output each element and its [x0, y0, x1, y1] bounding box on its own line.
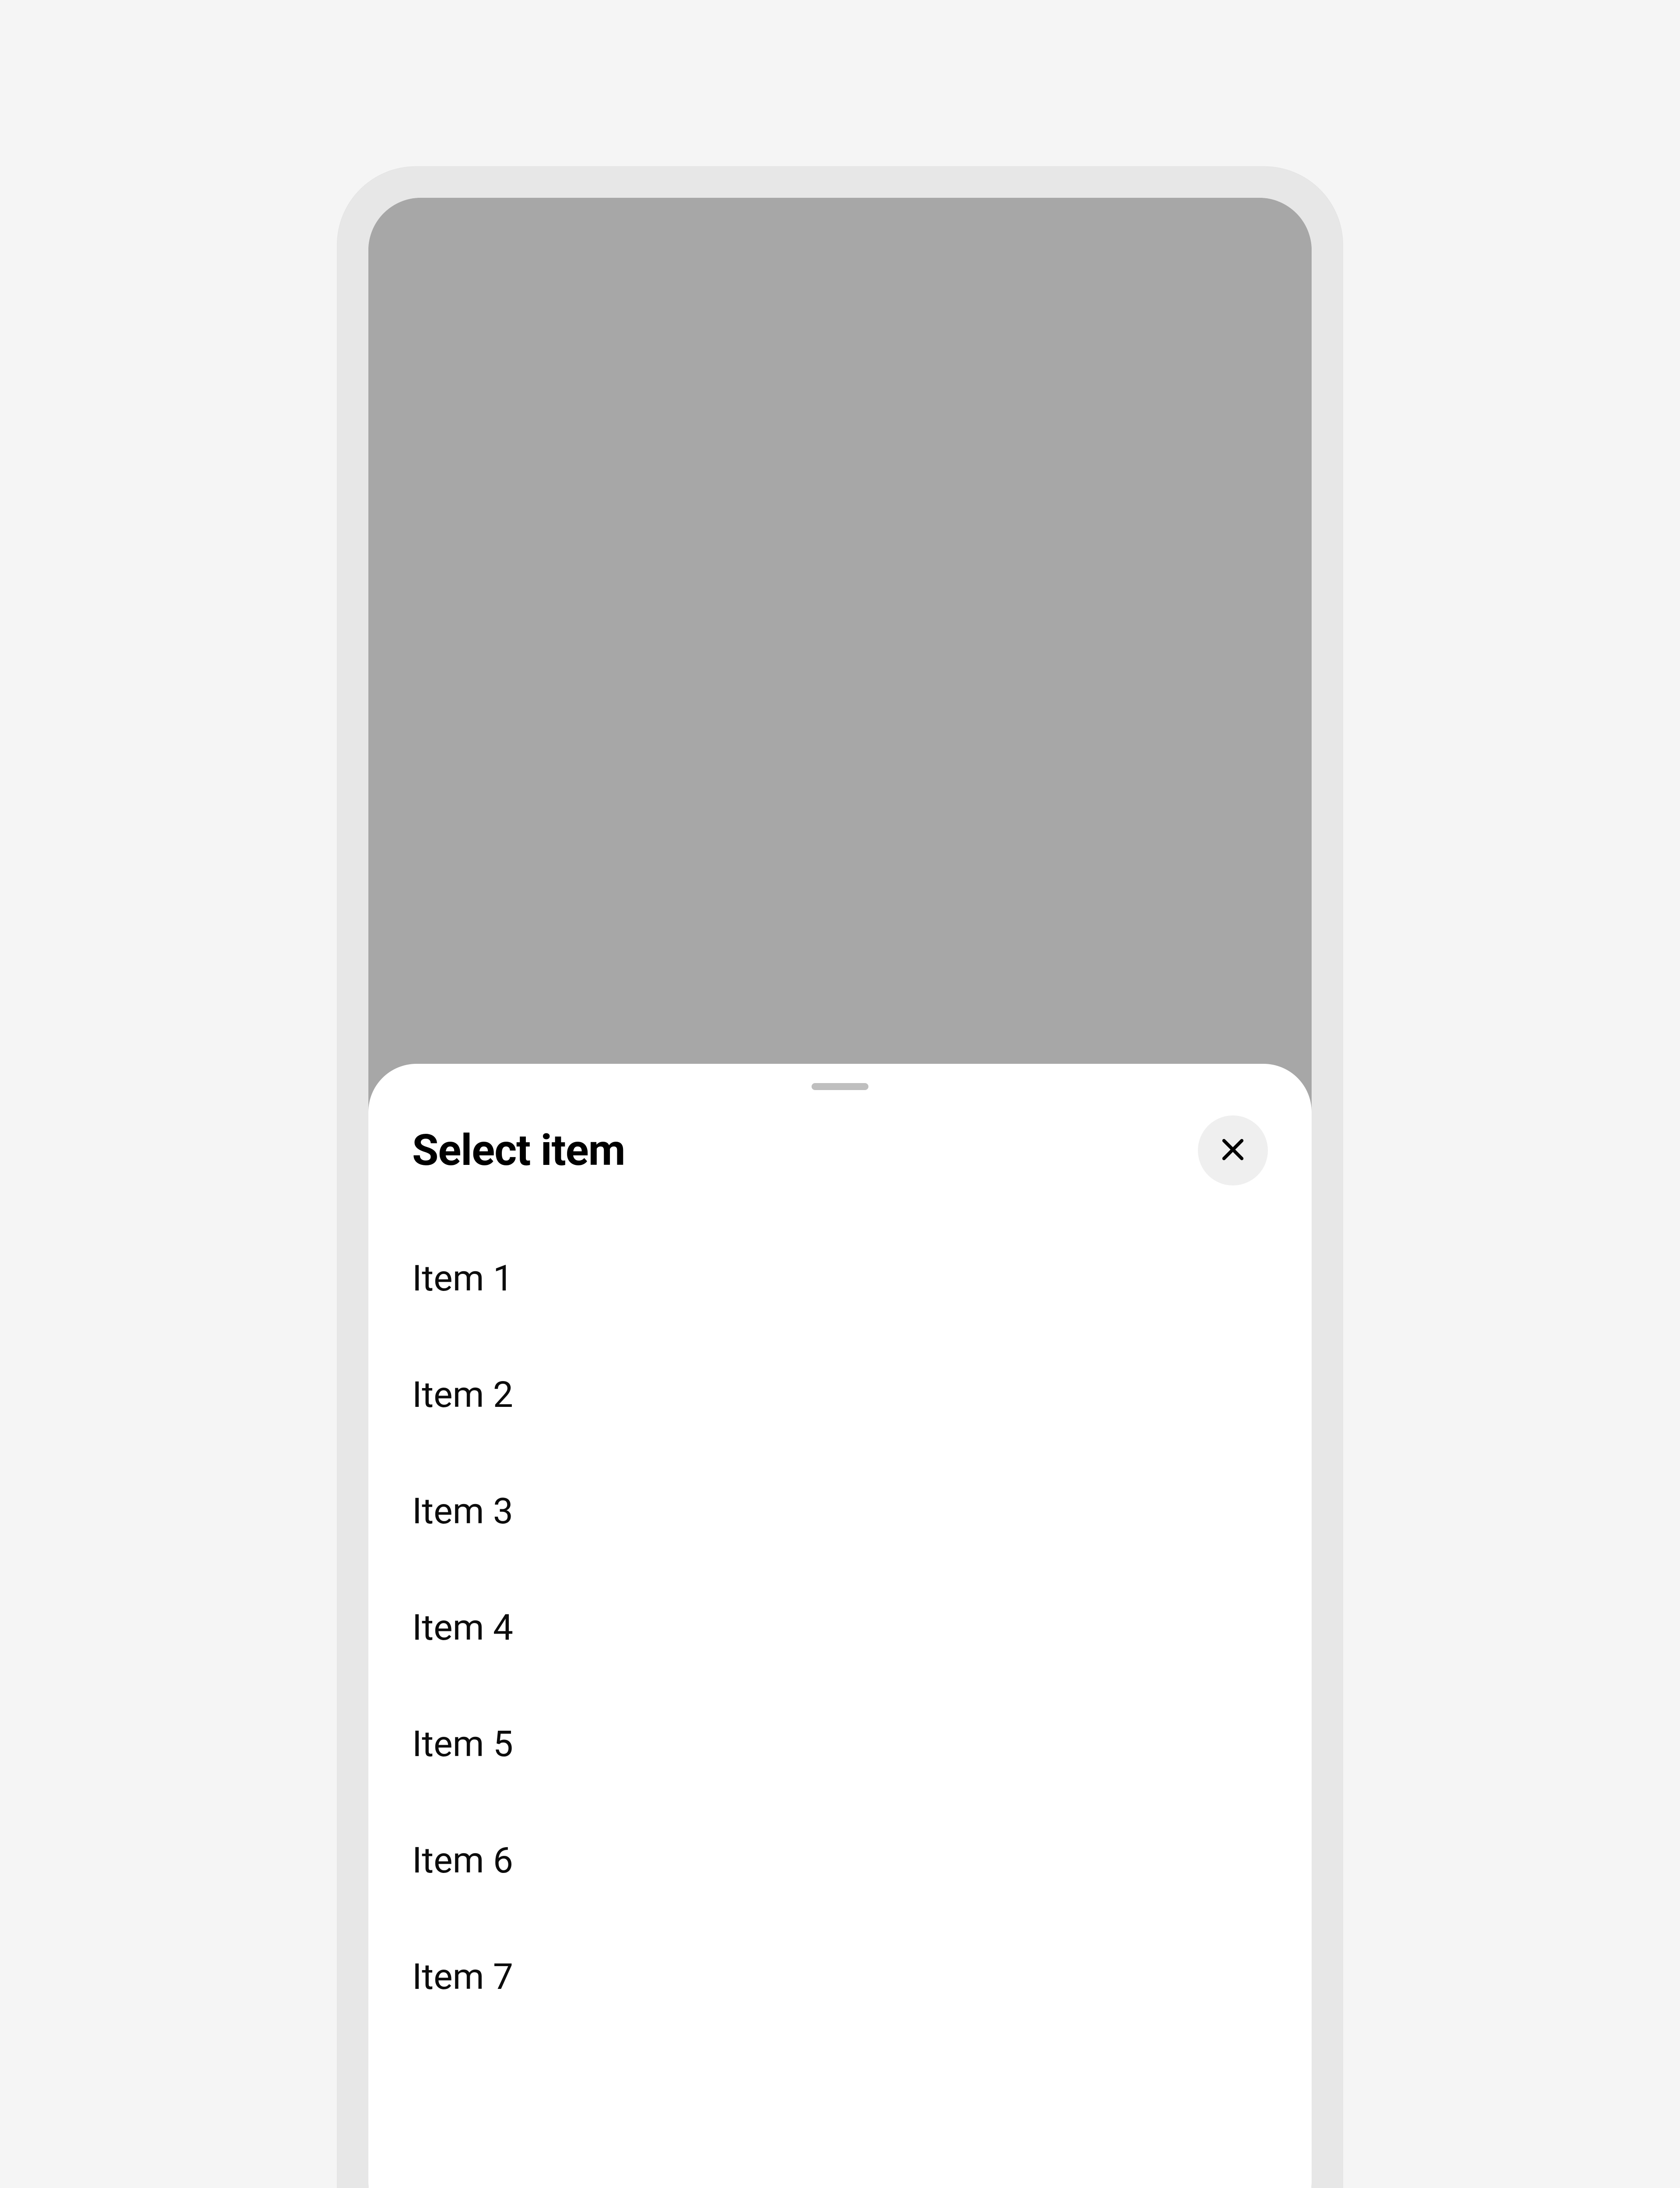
- close-icon: [1218, 1134, 1248, 1166]
- list-item[interactable]: Item 6: [412, 1802, 1268, 1919]
- canvas: Select item Item 1 Item 2 Item 3: [0, 0, 1680, 2188]
- list-item[interactable]: Item 5: [412, 1686, 1268, 1802]
- list-item[interactable]: Item 2: [412, 1337, 1268, 1453]
- sheet-header: Select item: [412, 1115, 1268, 1185]
- drag-handle[interactable]: [812, 1083, 868, 1090]
- list-item[interactable]: Item 7: [412, 1919, 1268, 2035]
- phone-frame: Select item Item 1 Item 2 Item 3: [337, 166, 1343, 2188]
- bottom-sheet: Select item Item 1 Item 2 Item 3: [368, 1064, 1312, 2188]
- list-item[interactable]: Item 1: [412, 1220, 1268, 1337]
- list-item[interactable]: Item 4: [412, 1570, 1268, 1686]
- item-list: Item 1 Item 2 Item 3 Item 4 Item 5 Item …: [412, 1220, 1268, 2036]
- sheet-title: Select item: [412, 1125, 625, 1175]
- phone-screen: Select item Item 1 Item 2 Item 3: [368, 198, 1312, 2188]
- list-item[interactable]: Item 3: [412, 1453, 1268, 1570]
- close-button[interactable]: [1198, 1115, 1268, 1185]
